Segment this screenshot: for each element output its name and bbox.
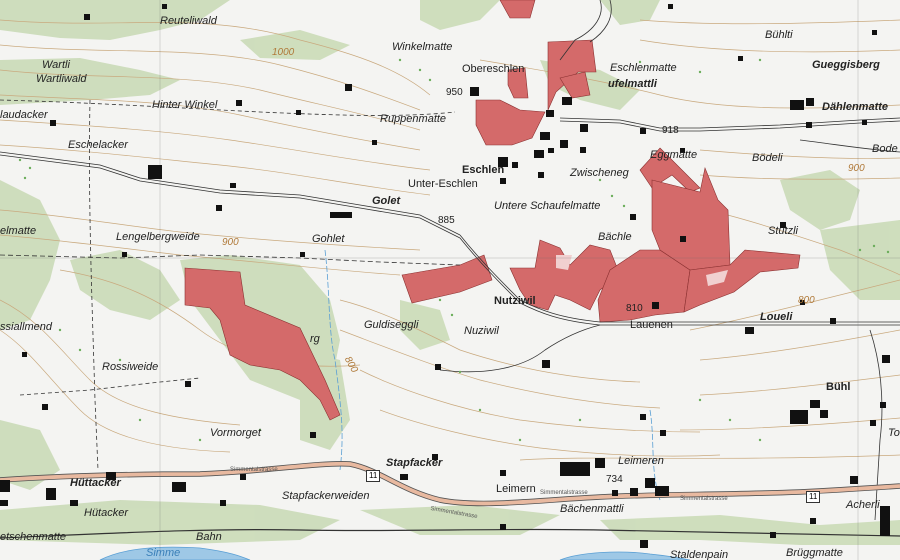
place-label: Wartli bbox=[42, 59, 70, 71]
map-graphics bbox=[0, 0, 900, 560]
place-label: elmatte bbox=[0, 225, 37, 237]
contour-label: 1000 bbox=[272, 47, 295, 58]
place-label: Unter-Eschlen bbox=[408, 178, 478, 190]
place-label: Reuteliwald bbox=[160, 15, 217, 27]
place-label: ssiallmend bbox=[0, 321, 52, 333]
place-label: ufelmattli bbox=[608, 78, 657, 90]
place-label: Winkelmatte bbox=[392, 41, 453, 53]
river-label: Simme bbox=[146, 547, 181, 559]
place-label: etschenmatte bbox=[0, 531, 67, 543]
place-label: Rossiweide bbox=[102, 361, 159, 373]
spot-height: 810 bbox=[626, 303, 643, 314]
place-label: Hüttacker bbox=[70, 477, 121, 489]
road-label: Simmentalstrasse bbox=[540, 490, 588, 496]
place-label: Hütacker bbox=[84, 507, 129, 519]
place-label: Leimern bbox=[496, 483, 536, 495]
place-label: Ruppenmatte bbox=[380, 113, 447, 125]
road-label: Simmentalstrasse bbox=[680, 496, 728, 502]
place-label: Stutzli bbox=[768, 225, 798, 237]
place-label: Eggmatte bbox=[650, 149, 698, 161]
place-label: Bode bbox=[872, 143, 898, 155]
spot-height: 918 bbox=[662, 125, 679, 136]
contour-label: 900 bbox=[222, 237, 239, 248]
place-label: Gueggisberg bbox=[812, 59, 880, 71]
spot-height: 885 bbox=[438, 215, 455, 226]
place-label: Stapfacker bbox=[386, 457, 443, 469]
place-label: Eschelacker bbox=[68, 139, 128, 151]
place-label: Bühl bbox=[826, 381, 851, 393]
place-label: Wartliwald bbox=[36, 73, 87, 85]
place-label: rg bbox=[310, 333, 320, 345]
place-label: Gohlet bbox=[312, 233, 345, 245]
place-label: Lauenen bbox=[630, 319, 673, 331]
place-label: Nutziwil bbox=[494, 295, 536, 307]
place-label: Obereschlen bbox=[462, 63, 525, 75]
place-label: Golet bbox=[372, 195, 401, 207]
place-label: Bahn bbox=[196, 531, 222, 543]
place-label: Eschlenmatte bbox=[610, 62, 677, 74]
route-number: 11 bbox=[366, 470, 381, 482]
spot-height: 950 bbox=[446, 87, 463, 98]
place-label: Guldiseggli bbox=[364, 319, 419, 331]
place-label: Vormorget bbox=[210, 427, 261, 439]
spot-height: 734 bbox=[606, 474, 623, 485]
route-number: 11 bbox=[806, 491, 821, 503]
place-label: Nuziwil bbox=[464, 325, 499, 337]
place-label: Brüggmatte bbox=[786, 547, 843, 559]
place-label: laudacker bbox=[0, 109, 48, 121]
place-label: Bödeli bbox=[752, 152, 783, 164]
road-label: Simmentalstrasse bbox=[230, 467, 278, 473]
place-label: Bächle bbox=[598, 231, 632, 243]
place-label: Stapfackerweiden bbox=[282, 490, 370, 502]
place-label: Staldenpain bbox=[670, 549, 729, 560]
place-label: Zwischeneg bbox=[570, 167, 629, 179]
place-label: Dählenmatte bbox=[822, 101, 889, 113]
place-label: Leimeren bbox=[618, 455, 664, 467]
place-label: Loueli bbox=[760, 311, 793, 323]
contour-label: 900 bbox=[848, 163, 865, 174]
map-view[interactable]: Reuteliwald Bühlti Wartli Wartliwald Win… bbox=[0, 0, 900, 560]
place-label: Untere Schaufelmatte bbox=[494, 200, 601, 212]
place-label: Hinter Winkel bbox=[152, 99, 218, 111]
place-label: Bächenmattli bbox=[560, 503, 624, 515]
contour-label: 800 bbox=[798, 295, 815, 306]
place-label: Tor bbox=[888, 427, 900, 439]
place-label: Bühlti bbox=[765, 29, 793, 41]
place-label: Eschlen bbox=[462, 164, 505, 176]
place-label: Lengelbergweide bbox=[116, 231, 200, 243]
place-label: Acherli bbox=[846, 499, 880, 511]
